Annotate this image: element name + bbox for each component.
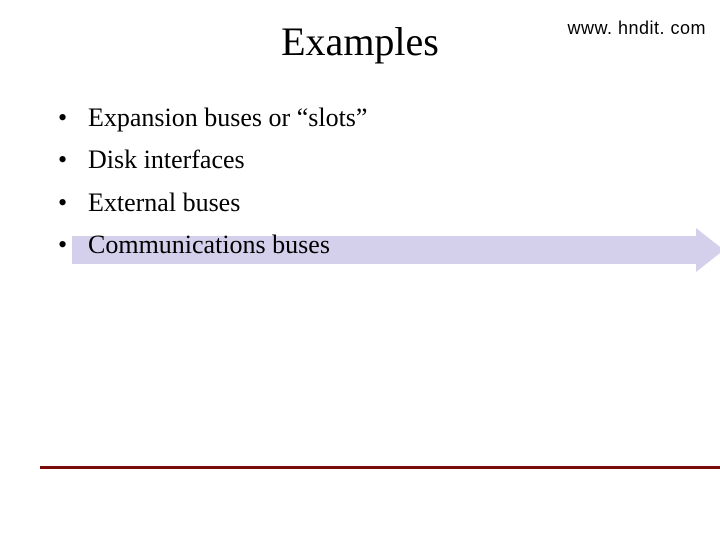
list-item: Communications buses [52,225,680,265]
divider-line [40,466,720,469]
arrow-head-icon [696,228,720,272]
slide-title: Examples [0,18,720,65]
bullet-list: Expansion buses or “slots” Disk interfac… [52,98,680,267]
list-item: Disk interfaces [52,140,680,180]
list-item: External buses [52,183,680,223]
slide: www. hndit. com Examples Expansion buses… [0,0,720,540]
list-item: Expansion buses or “slots” [52,98,680,138]
